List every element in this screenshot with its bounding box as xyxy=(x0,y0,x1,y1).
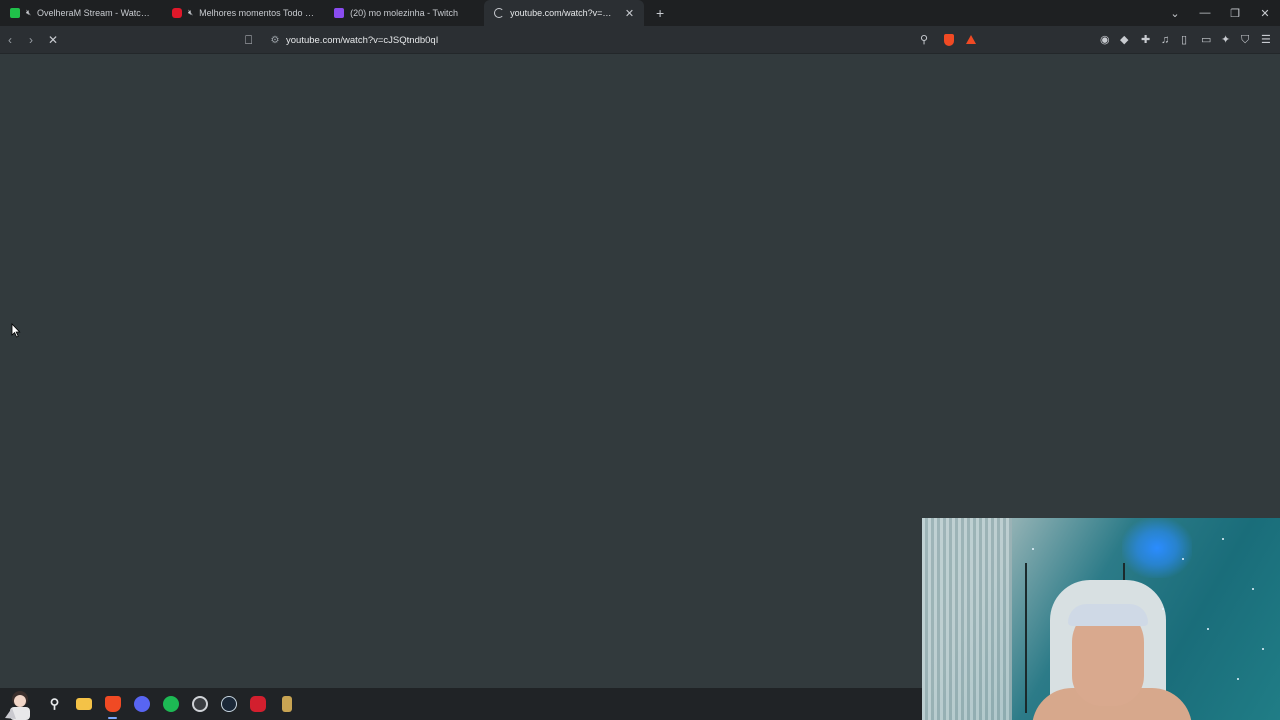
url-text: youtube.com/watch?v=cJSQtndb0qI xyxy=(286,34,439,46)
obs-icon xyxy=(191,696,208,712)
tab-twitch[interactable]: (20) mo molezinha - Twitch xyxy=(324,0,484,26)
loading-icon xyxy=(494,8,505,18)
youtube-icon xyxy=(172,8,183,18)
address-bar[interactable]: ⚙︎ youtube.com/watch?v=cJSQtndb0qI ⚲ xyxy=(264,30,984,50)
tab-strip: 🔇︎ OvelheraM Stream - Watch Live o 🔇︎ Me… xyxy=(0,0,1280,26)
taskbar-file-explorer[interactable] xyxy=(69,688,98,720)
taskbar-steam[interactable] xyxy=(214,688,243,720)
taskbar-search[interactable]: ⚲ xyxy=(40,688,69,720)
taskbar-lol[interactable] xyxy=(272,688,301,720)
mouse-cursor-icon xyxy=(11,323,21,338)
star xyxy=(1222,538,1224,540)
close-tab-icon[interactable]: ✕ xyxy=(625,7,634,20)
taskbar-spotify[interactable] xyxy=(156,688,185,720)
menu-icon[interactable]: ☰ xyxy=(1261,33,1271,47)
tab-kick-stream[interactable]: 🔇︎ OvelheraM Stream - Watch Live o xyxy=(0,0,162,26)
webcam-overlay xyxy=(922,518,1280,720)
spotify-icon xyxy=(162,696,179,712)
new-tab-button[interactable]: + xyxy=(652,5,668,21)
site-info-icon[interactable]: ⚙︎ xyxy=(264,35,286,46)
discord-icon xyxy=(133,696,150,712)
brave-shields-icon[interactable] xyxy=(944,34,954,46)
star xyxy=(1237,678,1239,680)
brave-rewards-icon[interactable] xyxy=(966,35,976,44)
sidebar-icon[interactable]: ▯ xyxy=(1181,33,1187,47)
tab-title: OvelheraM Stream - Watch Live o xyxy=(37,8,152,18)
blue-light xyxy=(1122,518,1192,578)
taskbar-discord[interactable] xyxy=(127,688,156,720)
taskbar-obs[interactable] xyxy=(185,688,214,720)
taskbar-app[interactable] xyxy=(243,688,272,720)
tab-search-chevron-icon[interactable]: ⌄ xyxy=(1160,7,1190,20)
star xyxy=(1162,608,1164,610)
extension-icon[interactable]: ◉ xyxy=(1100,33,1110,47)
close-window-button[interactable]: ✕ xyxy=(1250,7,1280,20)
twitch-icon xyxy=(334,8,345,18)
tab-title: (20) mo molezinha - Twitch xyxy=(350,8,458,18)
lol-icon xyxy=(281,696,292,712)
star xyxy=(1252,588,1254,590)
restore-button[interactable]: ❐ xyxy=(1220,7,1250,20)
tab-youtube-watch[interactable]: youtube.com/watch?v=cJSQtndb ✕ xyxy=(484,0,645,26)
star xyxy=(1182,558,1184,560)
headband xyxy=(1068,604,1148,626)
tab-title: Melhores momentos Todo Duro xyxy=(199,8,315,18)
wallet-icon[interactable]: ▭ xyxy=(1201,33,1211,47)
window-controls: ⌄ — ❐ ✕ xyxy=(1160,0,1280,26)
vpn-icon[interactable]: ⛉ xyxy=(1241,33,1249,47)
bookmark-icon[interactable]: ⎕ xyxy=(245,33,252,47)
tab-title: youtube.com/watch?v=cJSQtndb xyxy=(510,8,615,18)
anime-character-icon xyxy=(0,688,40,720)
tab-youtube-melhores[interactable]: 🔇︎ Melhores momentos Todo Duro xyxy=(162,0,324,26)
browser-toolbar: ‹ › ✕ ⎕ ⚙︎ youtube.com/watch?v=cJSQtndb0… xyxy=(0,26,1280,54)
back-button[interactable]: ‹ xyxy=(8,33,12,47)
star xyxy=(1207,628,1209,630)
star xyxy=(1262,648,1264,650)
extension-icon[interactable]: ◆ xyxy=(1120,33,1128,47)
brave-browser-icon xyxy=(104,696,121,712)
file-explorer-icon xyxy=(75,698,92,710)
stop-loading-button[interactable]: ✕ xyxy=(48,33,58,47)
app-icon xyxy=(249,696,266,712)
forward-button[interactable]: › xyxy=(29,33,33,47)
muted-speaker-icon[interactable]: 🔇︎ xyxy=(188,8,193,18)
zoom-icon[interactable]: ⚲ xyxy=(920,33,928,46)
star xyxy=(1032,548,1034,550)
kick-icon xyxy=(10,8,20,18)
window-blind xyxy=(922,518,1012,720)
media-control-icon[interactable]: ♫ xyxy=(1161,33,1169,47)
minimize-button[interactable]: — xyxy=(1190,7,1220,19)
steam-icon xyxy=(220,696,237,712)
extensions-puzzle-icon[interactable]: ✚ xyxy=(1141,33,1150,47)
desktop: 🔇︎ OvelheraM Stream - Watch Live o 🔇︎ Me… xyxy=(0,0,1280,720)
taskbar-brave[interactable] xyxy=(98,688,127,720)
search-icon: ⚲ xyxy=(49,696,60,711)
leo-ai-icon[interactable]: ✦ xyxy=(1221,33,1230,47)
muted-speaker-icon[interactable]: 🔇︎ xyxy=(26,8,31,18)
